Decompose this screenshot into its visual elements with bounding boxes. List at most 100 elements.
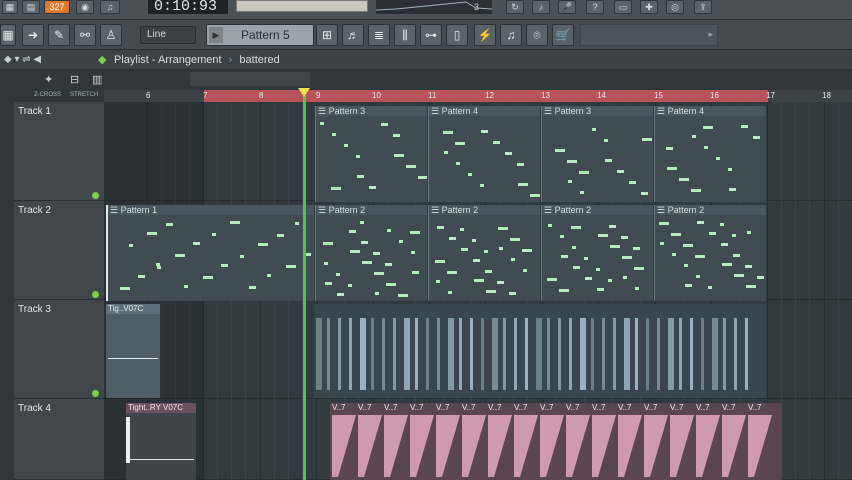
waveform-slice: [327, 318, 330, 390]
ruler-tick: 6: [146, 91, 151, 100]
note: [443, 131, 453, 134]
track-mute-icon[interactable]: [92, 291, 99, 298]
clip-label: V..7: [332, 403, 346, 412]
pattern-clip[interactable]: ☰ Pattern 2: [654, 205, 766, 301]
ruler-tick: 13: [541, 91, 550, 100]
grid-icon[interactable]: ▥: [92, 73, 102, 86]
note: [560, 235, 564, 238]
ruler-tick: 9: [316, 91, 321, 100]
tempo-icon[interactable]: ♫: [100, 0, 120, 14]
clip-label: V..7: [488, 403, 502, 412]
track-header-2[interactable]: Track 2: [14, 201, 104, 300]
track-name: Track 4: [18, 403, 51, 414]
slice-icon[interactable]: ⊟: [70, 73, 79, 86]
track-header-3[interactable]: Track 3: [14, 300, 104, 399]
loop-icon[interactable]: ↻: [506, 0, 524, 14]
pattern-clip[interactable]: ☰ Pattern 4: [428, 106, 540, 202]
track-mute-icon[interactable]: [92, 192, 99, 199]
pattern-clip[interactable]: ☰ Pattern 3: [315, 106, 427, 202]
pencil-icon[interactable]: ✎: [48, 24, 70, 46]
plugin-icon[interactable]: ✚: [640, 0, 658, 14]
pattern-clip[interactable]: ☰ Pattern 2: [541, 205, 653, 301]
save-icon[interactable]: ▭: [614, 0, 632, 14]
magnet-icon[interactable]: ⌾: [526, 24, 548, 46]
stretch-label[interactable]: STRETCH: [70, 92, 98, 98]
beat-line: [809, 102, 810, 480]
file-icon[interactable]: ▤: [22, 0, 40, 14]
link-icon[interactable]: ⚯: [74, 24, 96, 46]
pattern-dropdown-icon[interactable]: ▶: [209, 27, 223, 43]
audio-clip-region[interactable]: [314, 304, 766, 398]
pattern-clip[interactable]: ☰ Pattern 1: [106, 205, 314, 301]
pattern-select[interactable]: ▶ Pattern 5: [206, 24, 314, 46]
waveform-slice: [646, 318, 649, 390]
note: [641, 192, 648, 195]
export-icon[interactable]: ⇪: [694, 0, 712, 14]
note: [634, 267, 644, 270]
brush-icon[interactable]: ♙: [100, 24, 122, 46]
note: [623, 276, 627, 279]
pattern-clip[interactable]: ☰ Pattern 2: [428, 205, 540, 301]
waveform-slice: [644, 415, 668, 477]
waveform-slice: [436, 415, 460, 477]
cart-icon[interactable]: 🛒: [552, 24, 574, 46]
speaker-icon[interactable]: ♫: [500, 24, 522, 46]
note: [679, 178, 689, 181]
waveform-slice: [613, 318, 616, 390]
note: [394, 154, 404, 157]
track-mute-icon[interactable]: [92, 390, 99, 397]
mixer-icon[interactable]: ⊞: [316, 24, 338, 46]
browser-file-icon[interactable]: ▯: [446, 24, 468, 46]
channel-rack-icon[interactable]: ≣: [368, 24, 390, 46]
ruler-tick: 18: [822, 91, 831, 100]
track-header-1[interactable]: Track 1: [14, 102, 104, 201]
note: [373, 252, 380, 255]
chat-icon[interactable]: ◎: [666, 0, 684, 14]
arrow-right-small-icon[interactable]: ▸: [708, 29, 713, 40]
playlist-title: Playlist - Arrangement › battered: [114, 54, 280, 66]
playhead-marker-icon[interactable]: [298, 88, 310, 97]
pattern-clip[interactable]: ☰ Pattern 2: [315, 205, 427, 301]
note: [481, 130, 488, 133]
arrow-right-icon[interactable]: ➜: [22, 24, 44, 46]
note: [449, 237, 456, 240]
breadcrumb: battered: [239, 54, 280, 66]
playhead[interactable]: [303, 94, 306, 480]
help-icon[interactable]: ?: [586, 0, 604, 14]
browser-icon[interactable]: ▦: [0, 24, 16, 46]
window-options-icon[interactable]: ◆ ▾ ⇌ ◀: [4, 54, 41, 65]
audio-clip[interactable]: Tight..RY V07C: [126, 403, 196, 480]
track-header-4[interactable]: Track 4: [14, 399, 104, 480]
pattern-clip[interactable]: ☰ Pattern 4: [654, 106, 766, 202]
note: [716, 157, 720, 160]
zcross-label[interactable]: Z-CROSS: [34, 92, 61, 98]
note: [331, 187, 341, 190]
piano-roll-icon[interactable]: ♬: [342, 24, 364, 46]
pattern-clip[interactable]: ☰ Pattern 3: [541, 106, 653, 202]
clip-label: ☰ Pattern 4: [655, 106, 766, 116]
plug-icon[interactable]: ⚡: [474, 24, 496, 46]
vertical-scroll-strip[interactable]: [0, 102, 14, 480]
note: [584, 257, 588, 260]
record-icon[interactable]: ◉: [76, 0, 94, 14]
audio-clip[interactable]: Tig..V07C: [106, 304, 160, 398]
tree-icon[interactable]: ⊶: [420, 24, 442, 46]
note: [472, 239, 476, 242]
playlist-tools: ✦ ⊟ ▥: [0, 70, 852, 90]
tool-icon-1[interactable]: ♪: [532, 0, 550, 14]
horizontal-scrollbar[interactable]: [190, 72, 310, 86]
note: [592, 128, 596, 131]
mic-icon[interactable]: 🎤: [558, 0, 576, 14]
snap-select[interactable]: Line: [140, 26, 196, 44]
note: [324, 262, 328, 265]
note: [325, 282, 332, 285]
note: [704, 146, 708, 149]
menu-button[interactable]: ▦: [2, 0, 18, 14]
snap-icon[interactable]: ✦: [44, 73, 53, 86]
note: [667, 167, 677, 170]
eq-icon[interactable]: ⫼: [394, 24, 416, 46]
playlist-arrow-icon[interactable]: ◆: [98, 53, 106, 66]
audio-clip-region[interactable]: V..7 V..7 V..7 V..7 V..7 V..7 V..7 V..7 V..7 V..7…: [330, 403, 782, 480]
note: [221, 264, 228, 267]
pattern-badge[interactable]: 327: [44, 0, 70, 14]
